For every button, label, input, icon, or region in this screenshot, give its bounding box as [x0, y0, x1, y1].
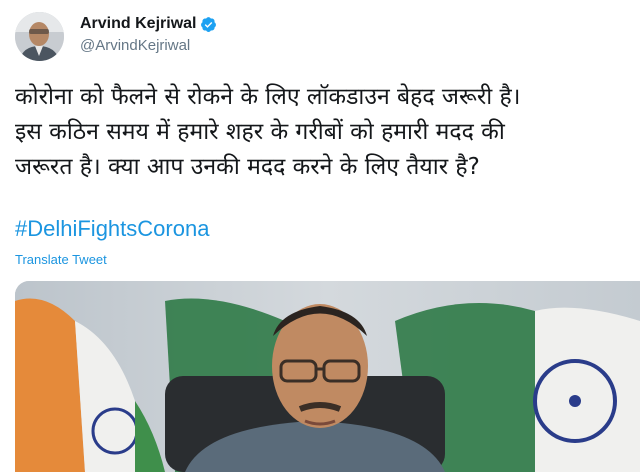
right-flag: [533, 307, 640, 472]
verified-badge-icon: [200, 16, 217, 33]
tweet-media-video[interactable]: [15, 281, 640, 472]
avatar[interactable]: [15, 12, 64, 61]
hashtag-link[interactable]: #DelhiFightsCorona: [15, 216, 209, 242]
tweet-text-line: जरूरत है। क्या आप उनकी मदद करने के लिए त…: [15, 154, 480, 180]
tweet-text-line: कोरोना को फैलने से रोकने के लिए लॉकडाउन …: [15, 84, 521, 110]
author-name[interactable]: Arvind Kejriwal: [80, 15, 196, 33]
translate-tweet-link[interactable]: Translate Tweet: [15, 252, 107, 267]
author-name-row: Arvind Kejriwal: [80, 15, 217, 33]
tweet-text: कोरोना को फैलने से रोकने के लिए लॉकडाउन …: [15, 80, 625, 185]
avatar-photo: [15, 12, 64, 61]
video-frame: [15, 281, 640, 472]
tweet-text-line: इस कठिन समय में हमारे शहर के गरीबों को ह…: [15, 119, 505, 145]
author-handle[interactable]: @ArvindKejriwal: [80, 37, 190, 54]
